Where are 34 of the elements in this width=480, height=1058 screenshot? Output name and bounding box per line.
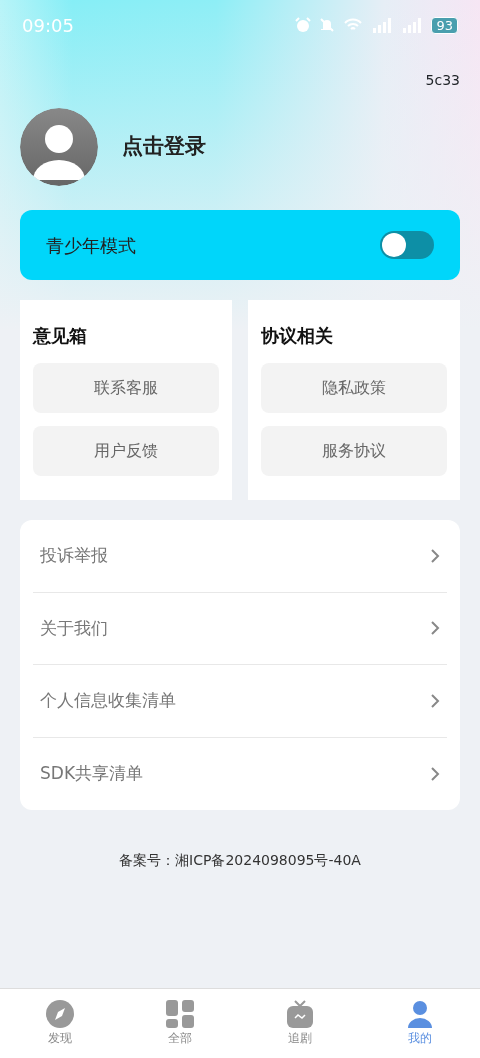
menu-item[interactable]: SDK共享清单: [40, 761, 144, 787]
teen-mode-label: 青少年模式: [46, 233, 136, 258]
tab-item[interactable]: 发现: [0, 989, 120, 1058]
section-title: 协议相关: [261, 324, 334, 348]
option-button[interactable]: 联系客服: [33, 363, 219, 413]
wifi-icon: [343, 17, 364, 33]
user-icon: [405, 999, 435, 1029]
toggle-switch[interactable]: [380, 231, 434, 259]
chevron-icon: [430, 765, 440, 782]
version-label: 5c33: [424, 71, 461, 90]
tv-icon: [285, 999, 315, 1029]
section-title: 意见箱: [33, 324, 88, 348]
login-link[interactable]: 点击登录: [122, 131, 206, 163]
compass-icon: [45, 999, 75, 1029]
tab-item[interactable]: 我的: [360, 989, 480, 1058]
chevron-icon: [430, 620, 440, 637]
menu-item[interactable]: 个人信息收集清单: [40, 688, 176, 714]
menu-item[interactable]: 关于我们: [40, 615, 108, 641]
alarm-icon: [295, 17, 312, 33]
option-button[interactable]: 用户反馈: [33, 426, 219, 476]
option-button[interactable]: 隐私政策: [261, 363, 447, 413]
mute-icon: [319, 17, 336, 33]
signal-icon: [371, 17, 394, 33]
battery-indicator: 93: [431, 16, 458, 34]
clock: 09:05: [22, 13, 74, 38]
option-button[interactable]: 服务协议: [261, 426, 447, 476]
icp-text: 备案号：湘ICP备2024098095号-40A: [118, 851, 362, 870]
grid-icon: [165, 999, 195, 1029]
tab-item[interactable]: 全部: [120, 989, 240, 1058]
chevron-icon: [430, 547, 440, 564]
menu-item[interactable]: 投诉举报: [40, 543, 108, 569]
chevron-icon: [430, 692, 440, 709]
tab-item[interactable]: 追剧: [240, 989, 360, 1058]
avatar-icon[interactable]: [20, 108, 98, 186]
